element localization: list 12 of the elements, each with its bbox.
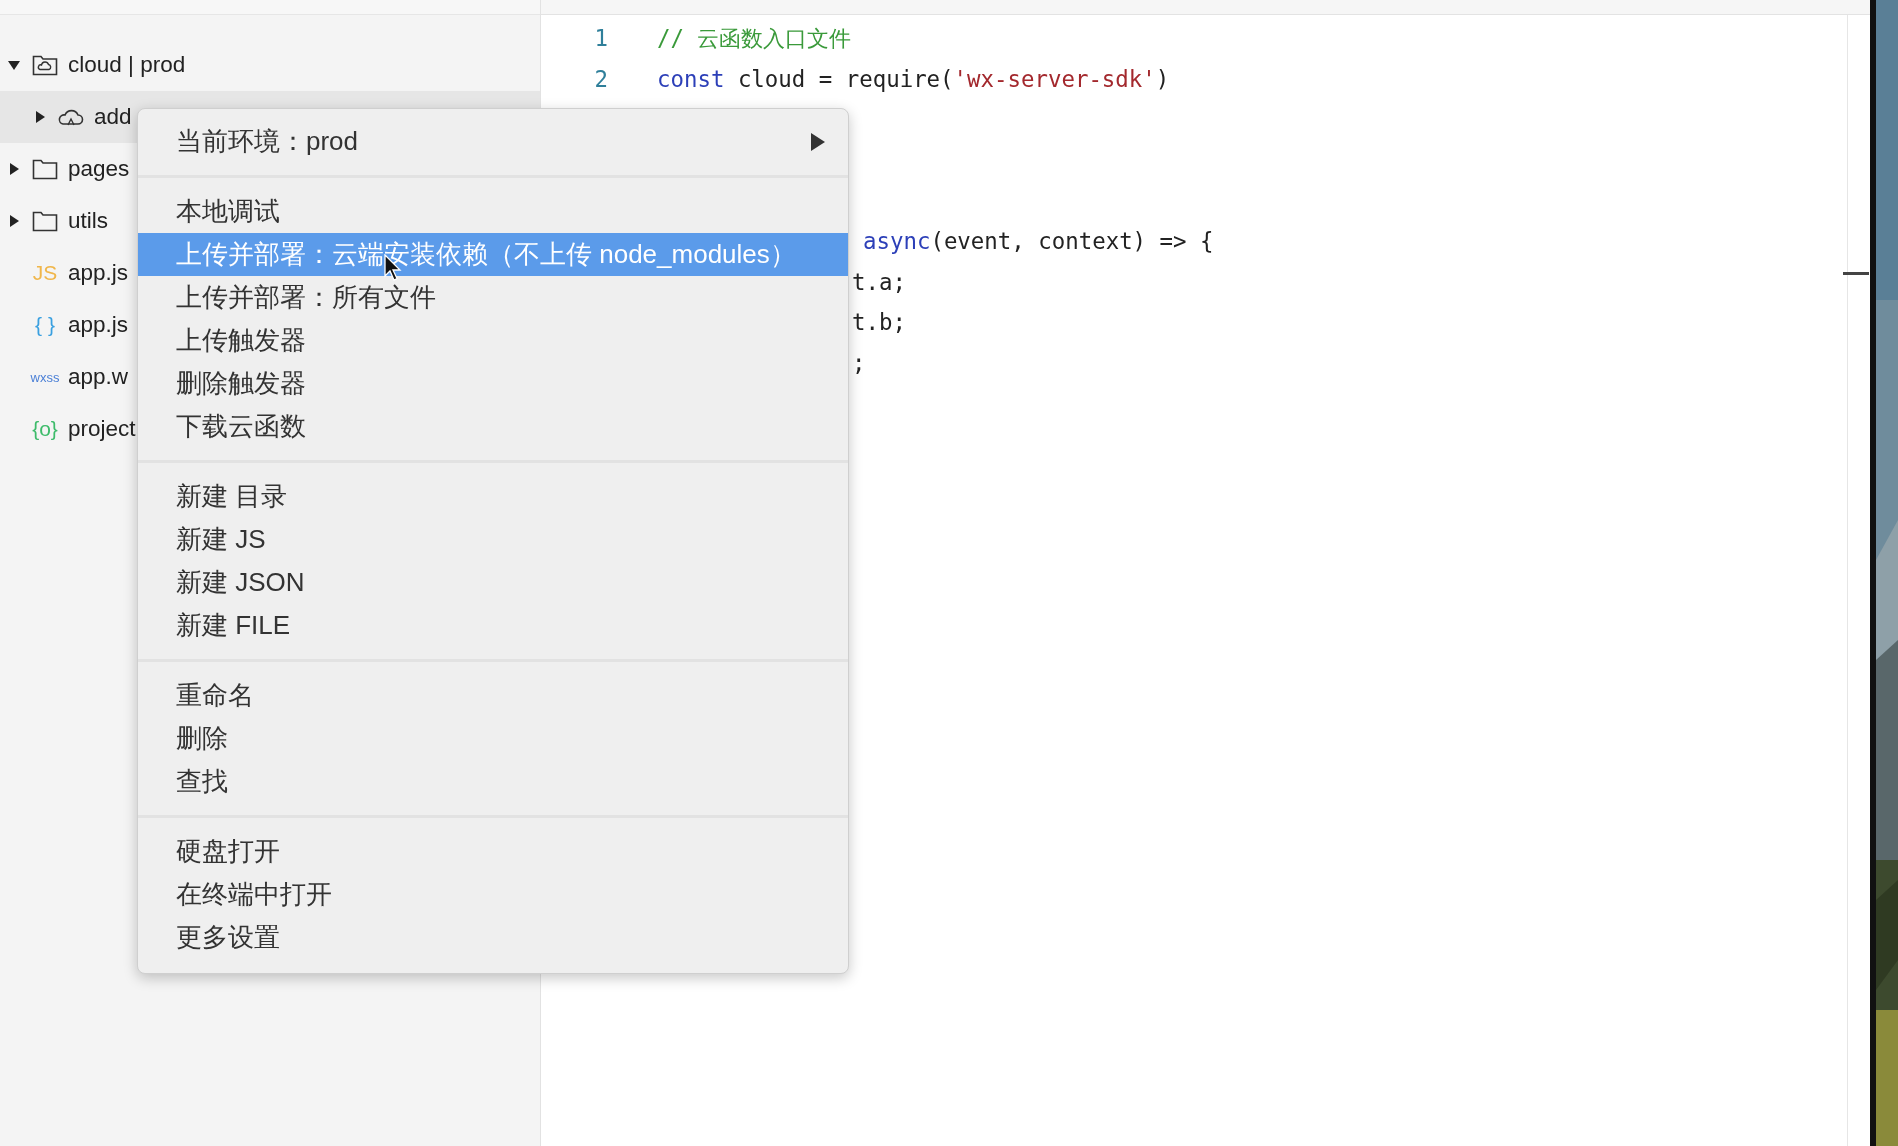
file-type-icon: JS — [32, 261, 58, 285]
code-line: // 云函数入口文件 — [657, 23, 852, 53]
code-line: async(event, context) => { — [863, 228, 1214, 255]
line-number: 2 — [594, 65, 608, 92]
file-type-icon: wxss — [30, 369, 60, 385]
file-type-icon: {o} — [32, 417, 58, 441]
code-line: const cloud = require('wx-server-sdk') — [657, 65, 1170, 92]
code-line: t.a; — [852, 268, 906, 295]
file-type-icon: { } — [35, 313, 55, 337]
code-line: t.b; — [852, 309, 906, 336]
line-number: 1 — [594, 25, 608, 52]
code-line: ; — [852, 350, 866, 377]
